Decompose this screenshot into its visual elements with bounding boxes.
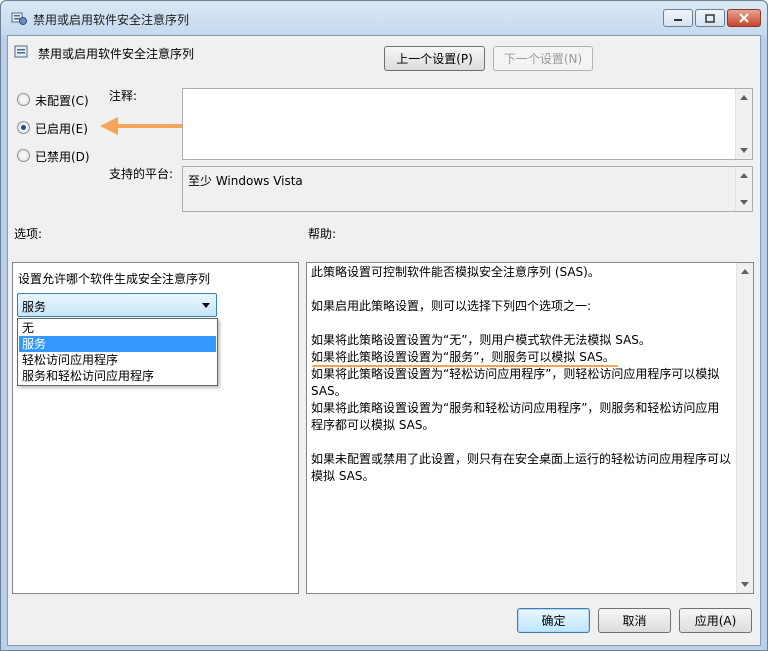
- help-scrollbar[interactable]: [736, 263, 753, 593]
- dropdown-item-ease-of-access[interactable]: 轻松访问应用程序: [19, 352, 216, 368]
- not-configured-label[interactable]: 未配置(C): [35, 92, 89, 109]
- disabled-radio[interactable]: [17, 149, 30, 162]
- close-icon: [739, 13, 749, 23]
- comment-label: 注释:: [109, 89, 138, 103]
- help-line: 如果将此策略设置设置为“无”，则用户模式软件无法模拟 SAS。: [311, 333, 651, 347]
- enabled-label[interactable]: 已启用(E): [35, 120, 88, 137]
- platform-field: 至少 Windows Vista: [182, 166, 753, 212]
- next-setting-button[interactable]: 下一个设置(N): [493, 46, 593, 71]
- window-title: 禁用或启用软件安全注意序列: [33, 13, 190, 27]
- apply-button[interactable]: 应用(A): [679, 608, 752, 633]
- policy-icon: [11, 12, 27, 25]
- combobox-value: 服务: [22, 300, 47, 314]
- maximize-button[interactable]: [695, 9, 725, 27]
- help-line: 如果启用此策略设置，则可以选择下列四个选项之一:: [311, 299, 592, 313]
- platform-value: 至少 Windows Vista: [188, 174, 303, 188]
- not-configured-radio[interactable]: [17, 93, 30, 106]
- options-panel: 设置允许哪个软件生成安全注意序列 服务 无 服务 轻松访问应用程序 服务和轻松访…: [12, 262, 299, 594]
- policy-dialog-window: 禁用或启用软件安全注意序列 禁用或启用软件安全注意序列 上一个设置(P) 下一个…: [0, 0, 768, 651]
- sas-source-combobox[interactable]: 服务: [17, 293, 217, 317]
- comment-scrollbar[interactable]: [735, 89, 752, 159]
- disabled-label[interactable]: 已禁用(D): [35, 148, 90, 165]
- dropdown-item-services-and-ease-of-access[interactable]: 服务和轻松访问应用程序: [19, 368, 216, 384]
- sas-source-dropdown-list: 无 服务 轻松访问应用程序 服务和轻松访问应用程序: [17, 318, 218, 386]
- comment-field[interactable]: [182, 88, 753, 160]
- help-line: 此策略设置可控制软件能否模拟安全注意序列 (SAS)。: [311, 265, 600, 279]
- options-prompt: 设置允许哪个软件生成安全注意序列: [18, 272, 211, 286]
- help-title: 帮助:: [308, 227, 337, 241]
- minimize-button[interactable]: [663, 9, 693, 27]
- platform-scrollbar[interactable]: [735, 167, 752, 211]
- help-line: 如果将此策略设置设置为“轻松访问应用程序”，则轻松访问应用程序可以模拟: [311, 367, 720, 381]
- help-line: 如果将此策略设置设置为“服务和轻松访问应用程序”，则服务和轻松访问应用: [311, 401, 720, 415]
- dialog-client-area: 禁用或启用软件安全注意序列 上一个设置(P) 下一个设置(N) 未配置(C) 已…: [7, 35, 761, 646]
- help-panel: 此策略设置可控制软件能否模拟安全注意序列 (SAS)。 如果启用此策略设置，则可…: [306, 262, 754, 594]
- scroll-up-icon[interactable]: [740, 95, 748, 100]
- help-line: 模拟 SAS。: [311, 469, 375, 483]
- scroll-down-icon[interactable]: [740, 200, 748, 205]
- maximize-icon: [705, 13, 715, 23]
- title-bar[interactable]: 禁用或启用软件安全注意序列: [1, 1, 767, 35]
- help-line: 如果未配置或禁用了此设置，则只有在安全桌面上运行的轻松访问应用程序可以: [311, 452, 732, 466]
- cancel-button[interactable]: 取消: [598, 608, 671, 633]
- platform-label: 支持的平台:: [109, 167, 174, 181]
- scroll-up-icon[interactable]: [741, 269, 749, 274]
- scroll-down-icon[interactable]: [741, 582, 749, 587]
- scroll-up-icon[interactable]: [740, 173, 748, 178]
- dropdown-item-services[interactable]: 服务: [19, 336, 216, 352]
- close-button[interactable]: [727, 9, 761, 27]
- ok-button[interactable]: 确定: [517, 608, 590, 633]
- minimize-icon: [674, 19, 682, 21]
- options-title: 选项:: [14, 227, 43, 241]
- enabled-radio[interactable]: [17, 121, 30, 134]
- dropdown-item-none[interactable]: 无: [19, 320, 216, 336]
- policy-icon: [14, 45, 28, 58]
- previous-setting-button[interactable]: 上一个设置(P): [384, 46, 485, 71]
- chevron-down-icon[interactable]: [202, 303, 210, 308]
- help-line: SAS。: [311, 384, 347, 398]
- scroll-down-icon[interactable]: [740, 148, 748, 153]
- help-line: 程序都可以模拟 SAS。: [311, 418, 435, 432]
- policy-name: 禁用或启用软件安全注意序列: [38, 47, 195, 61]
